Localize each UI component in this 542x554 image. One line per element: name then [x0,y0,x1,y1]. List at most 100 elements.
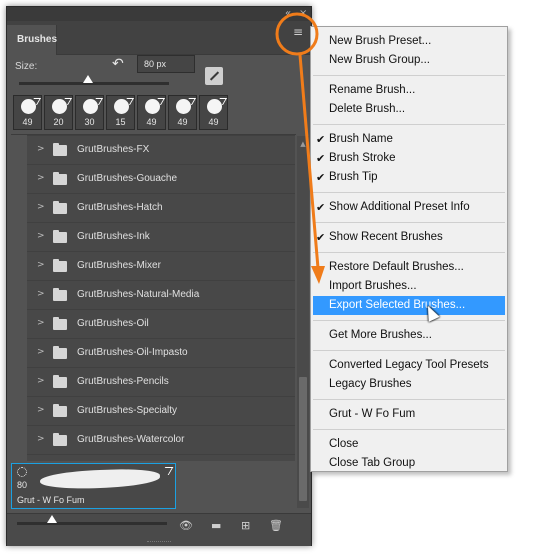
brush-folder-label: GrutBrushes-Hatch [77,202,163,213]
panel-tab-bar: Brushes [7,21,311,55]
menu-item[interactable]: Export Selected Brushes... [313,296,505,315]
scroll-up-icon[interactable]: ▲ [297,140,309,148]
menu-item[interactable]: Close [313,435,505,454]
folder-icon[interactable]: ▬ [211,519,221,533]
trash-icon[interactable]: 🗑 [269,519,283,533]
brush-folder-row[interactable]: > GrutBrushes-Pencils [27,368,295,397]
reset-size-icon[interactable]: ↶ [112,57,126,71]
brush-folder-label: GrutBrushes-Natural-Media [77,289,200,300]
panel-menu-icon[interactable]: ≡ [289,21,307,43]
menu-item-label: Close Tab Group [329,457,416,469]
menu-item-label: Legacy Brushes [329,378,412,390]
menu-separator [313,399,505,400]
brush-folder-row[interactable]: > GrutBrushes-FX [27,136,295,165]
brush-name: Grut - W Fo Fum [17,495,85,505]
checkmark-icon: ✔ [316,152,326,165]
chevron-right-icon[interactable]: > [37,405,45,415]
brush-folder-label: GrutBrushes-Mixer [77,260,161,271]
menu-item-label: Grut - W Fo Fum [329,408,416,420]
brush-folder-label: GrutBrushes-Gouache [77,173,178,184]
menu-item[interactable]: Rename Brush... [313,81,505,100]
menu-item[interactable]: ✔ Show Recent Brushes [313,228,505,247]
menu-item-label: Delete Brush... [329,103,406,115]
folder-icon [53,143,67,156]
panel-title-strip: « × [7,7,311,21]
chevron-right-icon[interactable]: > [37,231,45,241]
menu-item[interactable]: ✔ Brush Tip [313,168,505,187]
close-panel-icon[interactable]: × [299,8,307,20]
checkmark-icon: ✔ [316,231,326,244]
brush-folder-label: GrutBrushes-Oil [77,318,149,329]
scrollbar-thumb[interactable] [299,377,307,501]
brush-folder-row[interactable]: > GrutBrushes-Natural-Media [27,281,295,310]
brush-folder-row[interactable]: > GrutBrushes-Oil [27,310,295,339]
menu-item-label: Close [329,438,359,450]
menu-item[interactable]: New Brush Group... [313,51,505,70]
folder-icon [53,375,67,388]
brush-folder-row[interactable]: > GrutBrushes-Specialty [27,397,295,426]
menu-item[interactable]: Delete Brush... [313,100,505,119]
brush-folder-label: GrutBrushes-Oil-Impasto [77,347,188,358]
brush-folder-row[interactable]: > GrutBrushes-Hatch [27,194,295,223]
folder-icon [53,230,67,243]
size-slider[interactable] [19,75,169,85]
eye-icon[interactable]: 👁 [179,519,193,533]
brush-settings-icon[interactable] [205,67,223,85]
folder-icon [53,172,67,185]
menu-item[interactable]: Close Tab Group [313,454,505,473]
chevron-right-icon[interactable]: > [37,376,45,386]
brush-folder-row[interactable]: > GrutBrushes-Oil-Impasto [27,339,295,368]
folder-icon [53,433,67,446]
menu-item-label: Restore Default Brushes... [329,261,464,273]
new-brush-icon[interactable]: ⊞ [241,519,250,533]
collapse-icon[interactable]: « [285,8,291,20]
selected-brush-item[interactable]: 80 Grut - W Fo Fum [11,463,176,509]
size-input[interactable] [137,55,195,73]
panel-footer: 👁 ▬ ⊞ 🗑 [7,513,311,546]
menu-item-label: Rename Brush... [329,84,416,96]
brush-folder-label: GrutBrushes-Pencils [77,376,169,387]
menu-item[interactable]: Restore Default Brushes... [313,258,505,277]
brushes-panel: « × Brushes ≡ Size: ↶ 49203015494949 >Gr… [6,6,312,546]
chevron-right-icon[interactable]: > [37,260,45,270]
menu-item[interactable]: Get More Brushes... [313,326,505,345]
folder-icon [53,404,67,417]
brush-folder-row[interactable]: > GrutBrushes-Mixer [27,252,295,281]
edit-brush-icon [160,467,174,475]
resize-grip[interactable] [147,541,171,544]
menu-item[interactable]: ✔ Brush Name [313,130,505,149]
chevron-right-icon[interactable]: > [37,434,45,444]
menu-item[interactable]: New Brush Preset... [313,32,505,51]
list-item [27,122,295,136]
preview-size-slider[interactable] [17,515,167,525]
menu-separator [313,222,505,223]
brush-tip-icon [17,467,27,477]
chevron-right-icon[interactable]: > [37,347,45,357]
chevron-right-icon[interactable]: > [37,144,45,154]
menu-item[interactable]: Import Brushes... [313,277,505,296]
menu-item[interactable]: ✔ Brush Stroke [313,149,505,168]
menu-item-label: New Brush Group... [329,54,430,66]
chevron-right-icon[interactable]: > [37,318,45,328]
tab-brushes[interactable]: Brushes [7,25,57,55]
brush-folder-row[interactable]: > GrutBrushes-Watercolor [27,426,295,455]
chevron-right-icon[interactable]: > [37,202,45,212]
size-label: Size: [15,61,38,72]
brush-folder-row[interactable]: > GrutBrushes-Ink [27,223,295,252]
menu-separator [313,429,505,430]
menu-item[interactable]: Legacy Brushes [313,375,505,394]
size-slider-thumb[interactable] [83,75,93,83]
menu-separator [313,75,505,76]
menu-item[interactable]: Converted Legacy Tool Presets [313,356,505,375]
menu-item[interactable]: ✔ Show Additional Preset Info [313,198,505,217]
brush-stroke-preview [39,467,161,491]
chevron-right-icon[interactable]: > [37,289,45,299]
preview-size-thumb[interactable] [47,515,57,523]
folder-icon [53,346,67,359]
chevron-right-icon[interactable]: > [37,173,45,183]
brush-folder-row[interactable]: > GrutBrushes-Gouache [27,165,295,194]
menu-item-label: Brush Tip [329,171,378,183]
menu-item-label: Get More Brushes... [329,329,432,341]
menu-item[interactable]: Grut - W Fo Fum [313,405,505,424]
menu-separator [313,252,505,253]
